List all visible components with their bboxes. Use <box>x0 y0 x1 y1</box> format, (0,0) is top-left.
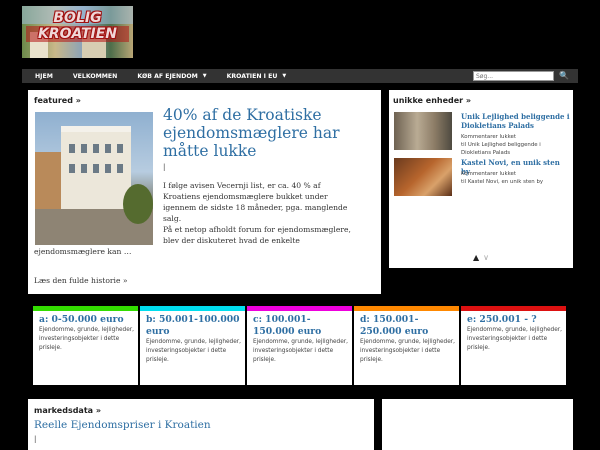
price-desc: Ejendomme, grunde, lejligheder, invester… <box>467 327 563 351</box>
unikke-item-title[interactable]: Unik Lejlighed beliggende i Diokletians … <box>461 112 571 130</box>
photo-window <box>81 144 87 153</box>
body-line: blev der diskuteret hvad de enkelte <box>163 236 300 245</box>
caret-down-icon: ▼ <box>282 73 287 79</box>
search-input[interactable] <box>473 71 554 81</box>
unikke-item-comments: Kommentarer lukket <box>461 171 516 177</box>
price-box-e[interactable]: e: 250.001 - ? Ejendomme, grunde, lejlig… <box>461 306 566 385</box>
text-cursor: | <box>163 163 166 171</box>
photo-window <box>117 144 123 153</box>
featured-body: I følge avisen Vecernji list, er ca. 40 … <box>34 180 376 257</box>
body-line: salg. <box>163 214 182 223</box>
price-box-a[interactable]: a: 0-50.000 euro Ejendomme, grunde, lejl… <box>33 306 138 385</box>
chevron-up-icon[interactable]: ▲ <box>473 253 479 262</box>
unikke-thumb-1[interactable] <box>394 112 452 150</box>
nav-item-label: VELKOMMEN <box>72 72 118 80</box>
nav-item-label: KØB AF EJENDOM <box>137 72 198 80</box>
unikke-panel: unikke enheder » Unik Lejlighed beliggen… <box>389 90 573 268</box>
price-desc: Ejendomme, grunde, lejligheder, invester… <box>360 339 456 363</box>
main-nav: HJEM VELKOMMEN KØB AF EJENDOM ▼ KROATIEN … <box>22 69 578 83</box>
nav-item-kroatien-i-eu[interactable]: KROATIEN I EU ▼ <box>217 69 297 83</box>
price-title[interactable]: d: 150.001-250.000 euro <box>354 311 459 338</box>
logo-line-1: BOLIG <box>53 10 102 26</box>
price-title[interactable]: b: 50.001-100.000 euro <box>140 311 245 338</box>
markedsdata-title[interactable]: Reelle Ejendomspriser i Kroatien <box>34 419 211 431</box>
nav-item-koeb-af-ejendom[interactable]: KØB AF EJENDOM ▼ <box>127 69 216 83</box>
body-line: Kroatiens ejendomsmæglere bukket under <box>163 192 328 201</box>
photo-window <box>105 144 111 153</box>
photo-window <box>105 164 111 173</box>
nav-item-hjem[interactable]: HJEM <box>22 69 63 83</box>
logo-text: BOLIG KROATIEN <box>26 10 129 42</box>
logo-line-2: KROATIEN <box>26 26 129 42</box>
photo-window <box>93 144 99 153</box>
markedsdata-panel: markedsdata » Reelle Ejendomspriser i Kr… <box>28 399 374 450</box>
price-title[interactable]: c: 100.001-150.000 euro <box>247 311 352 338</box>
chevron-down-icon[interactable]: ∨ <box>483 253 489 262</box>
featured-heading[interactable]: featured » <box>34 96 81 105</box>
read-more-link[interactable]: Læs den fulde historie » <box>34 276 128 285</box>
site-logo[interactable]: BOLIG KROATIEN <box>22 6 133 58</box>
sidebar-panel <box>382 399 573 450</box>
photo-window <box>93 164 99 173</box>
text-cursor: | <box>34 435 37 443</box>
body-line: igennem de sidste 18 måneder, pga. mangl… <box>163 203 348 212</box>
price-title[interactable]: a: 0-50.000 euro <box>33 311 138 326</box>
featured-panel: featured » 40% af de Kroatiske ejendomsm… <box>28 90 381 294</box>
caret-down-icon: ▼ <box>202 73 207 79</box>
markedsdata-heading[interactable]: markedsdata » <box>34 406 101 415</box>
price-title[interactable]: e: 250.001 - ? <box>461 311 566 326</box>
price-box-b[interactable]: b: 50.001-100.000 euro Ejendomme, grunde… <box>140 306 245 385</box>
carousel-arrows: ▲ ∨ <box>473 253 489 262</box>
search-icon[interactable]: 🔍 <box>554 71 574 81</box>
body-line: ejendomsmæglere kan … <box>34 247 132 256</box>
nav-item-velkommen[interactable]: VELKOMMEN <box>63 69 127 83</box>
featured-headline[interactable]: 40% af de Kroatiske ejendomsmæglere har … <box>163 106 375 160</box>
nav-item-label: KROATIEN I EU <box>226 72 278 80</box>
unikke-item-sub: til Unik Lejlighed beliggende i Diokleti… <box>461 142 541 156</box>
body-line: I følge avisen Vecernji list, er ca. 40 … <box>163 181 321 190</box>
body-line: På et netop afholdt forum for ejendomsmæ… <box>163 225 351 234</box>
price-desc: Ejendomme, grunde, lejligheder, invester… <box>39 327 135 351</box>
price-box-d[interactable]: d: 150.001-250.000 euro Ejendomme, grund… <box>354 306 459 385</box>
price-desc: Ejendomme, grunde, lejligheder, invester… <box>253 339 349 363</box>
unikke-thumb-2[interactable] <box>394 158 452 196</box>
price-desc: Ejendomme, grunde, lejligheder, invester… <box>146 339 242 363</box>
photo-window <box>69 164 75 173</box>
photo-window <box>69 144 75 153</box>
nav-item-label: HJEM <box>35 72 53 80</box>
photo-window <box>117 164 123 173</box>
price-box-c[interactable]: c: 100.001-150.000 euro Ejendomme, grund… <box>247 306 352 385</box>
unikke-heading[interactable]: unikke enheder » <box>393 96 471 105</box>
unikke-item-comments: Kommentarer lukket <box>461 134 516 140</box>
photo-window <box>81 164 87 173</box>
unikke-item-sub: til Kastel Novi, en unik sten by <box>461 179 544 185</box>
search-box: 🔍 <box>473 71 577 81</box>
